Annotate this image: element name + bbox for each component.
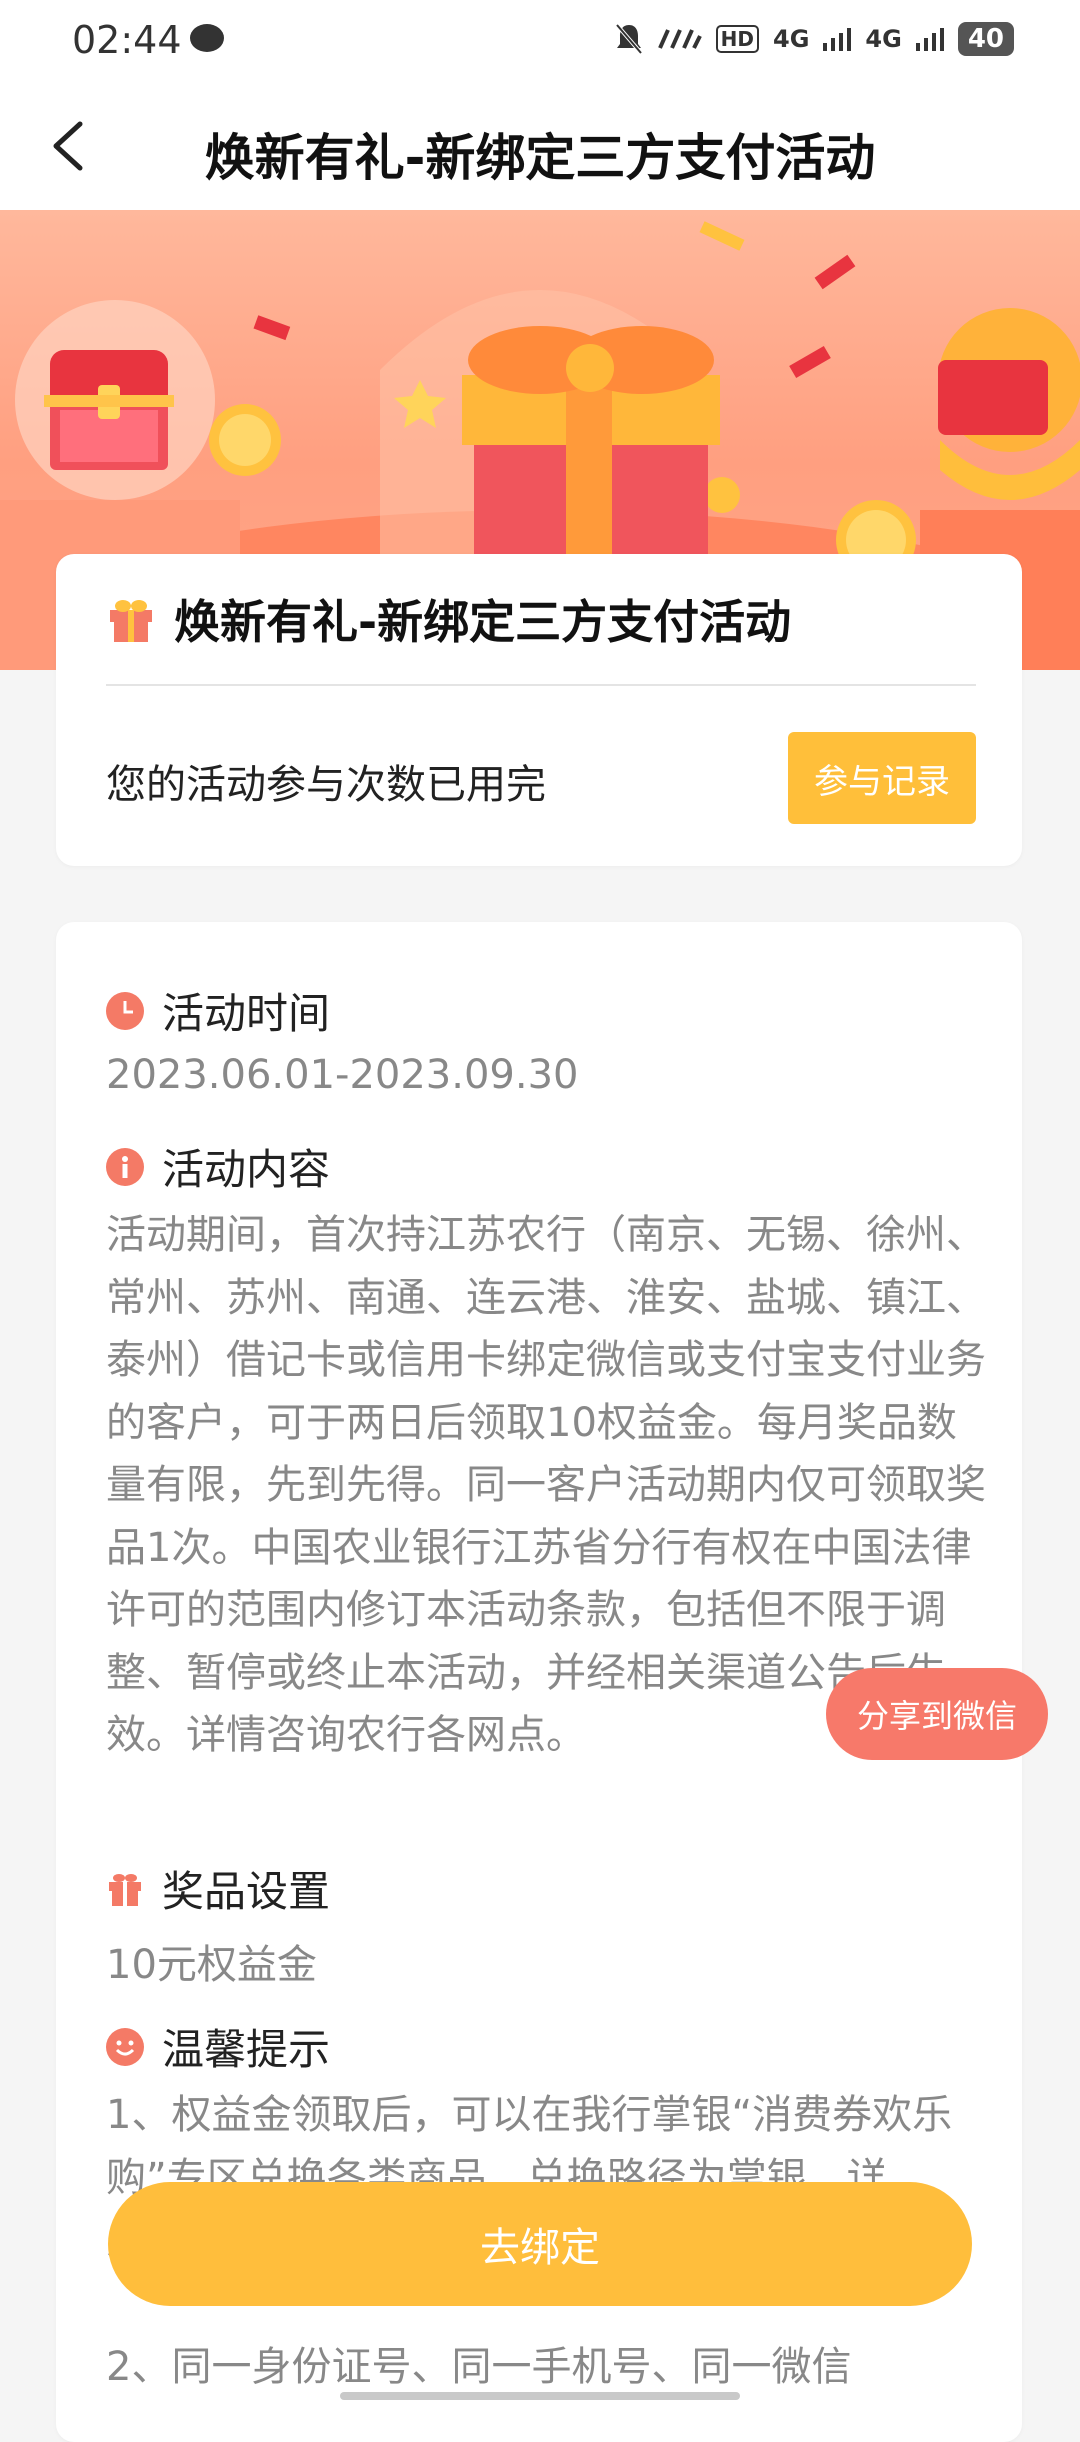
participation-status: 您的活动参与次数已用完: [106, 762, 546, 808]
status-time: 02:44: [72, 18, 182, 62]
signal-2-label: 4G: [865, 25, 902, 53]
vibrate-icon: [657, 29, 702, 49]
tips-label: 温馨提示: [162, 2025, 331, 2074]
activity-title: 焕新有礼-新绑定三方支付活动: [174, 595, 792, 649]
status-bar: 02:44 HD 4G 4G 40: [0, 0, 1080, 84]
page-title: 焕新有礼-新绑定三方支付活动: [204, 129, 876, 187]
smile-icon: [106, 2027, 144, 2066]
tips-text-2: 2、同一身份证号、同一手机号、同一微信: [106, 2344, 852, 2390]
time-value: 2023.06.01-2023.09.30: [106, 1052, 579, 1098]
prize-label: 奖品设置: [162, 1867, 331, 1916]
divider: [106, 684, 976, 686]
go-bind-button[interactable]: 去绑定: [108, 2182, 972, 2306]
section-time-header: 活动时间: [106, 980, 330, 1041]
hd-icon: HD: [715, 25, 759, 53]
section-prize-header: 奖品设置: [106, 1858, 330, 1919]
signal-1-label: 4G: [773, 25, 810, 53]
status-icons: HD 4G 4G 40: [614, 22, 1014, 56]
card-title-row: 焕新有礼-新绑定三方支付活动: [106, 586, 791, 652]
mute-bell-icon: [615, 23, 643, 55]
signal-bars-icon: [823, 28, 852, 51]
section-content-header: 活动内容: [106, 1136, 330, 1197]
participation-record-button[interactable]: 参与记录: [788, 732, 976, 824]
message-icon: [190, 24, 224, 52]
time-label: 活动时间: [162, 989, 331, 1038]
gift-icon: [110, 600, 152, 642]
info-icon: [106, 1147, 144, 1186]
home-indicator[interactable]: [340, 2392, 740, 2400]
section-tips-header: 温馨提示: [106, 2016, 330, 2077]
clock-icon: [106, 991, 144, 1030]
activity-summary-card: 焕新有礼-新绑定三方支付活动 您的活动参与次数已用完 参与记录: [56, 554, 1022, 866]
prize-value: 10元权益金: [106, 1942, 317, 1988]
nav-bar: 焕新有礼-新绑定三方支付活动: [0, 84, 1080, 210]
gift-small-icon: [109, 1873, 141, 1906]
battery-icon: 40: [957, 22, 1014, 56]
content-label: 活动内容: [162, 1145, 331, 1194]
signal-bars-2-icon: [915, 28, 944, 51]
share-wechat-button[interactable]: 分享到微信: [826, 1668, 1048, 1760]
